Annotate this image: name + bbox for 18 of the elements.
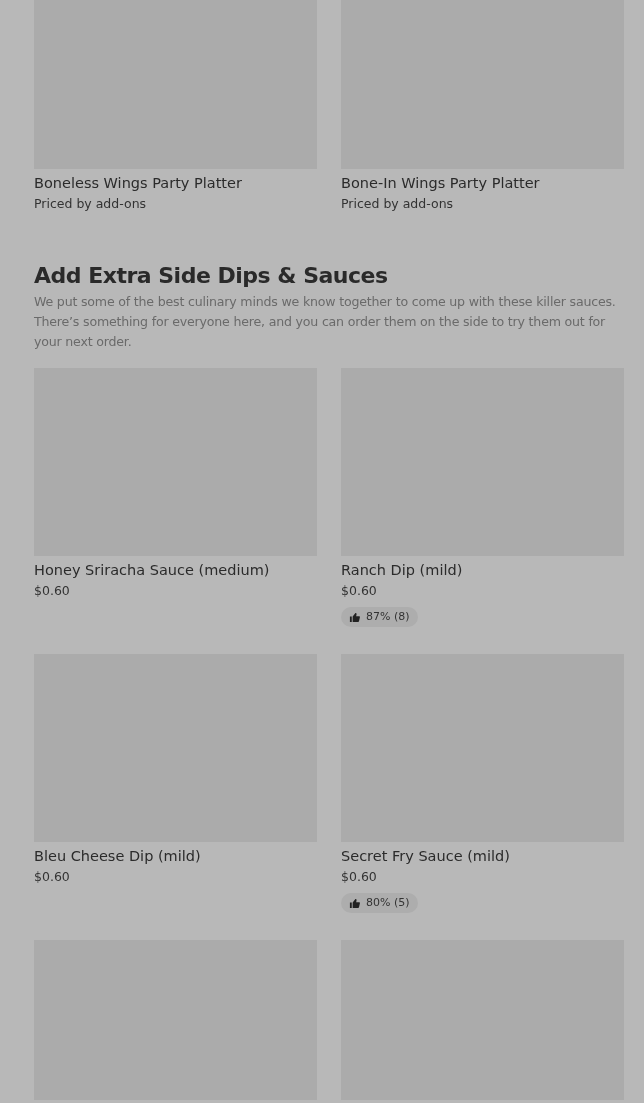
rating-badge: 87% (8) — [341, 607, 418, 627]
thumbs-up-icon — [349, 611, 360, 623]
item-price: $0.60 — [34, 583, 70, 599]
rating-badge: 80% (5) — [341, 893, 418, 913]
item-price: $0.60 — [341, 583, 377, 599]
section-description: We put some of the best culinary minds we know together to come up with these killer sauces. There’s something for everyone here, and you can order them on the side to try them out for your next order. — [34, 293, 617, 351]
item-price: $0.60 — [341, 869, 377, 885]
item-name[interactable]: Bleu Cheese Dip (mild) — [34, 846, 201, 866]
item-price: Priced by add-ons — [34, 196, 147, 212]
item-name[interactable]: Ranch Dip (mild) — [341, 560, 463, 580]
item-price: $0.60 — [34, 869, 70, 885]
section-title: Add Extra Side Dips & Sauces — [34, 262, 389, 290]
item-price: Priced by add-ons — [341, 196, 454, 212]
thumbs-up-icon — [349, 897, 360, 909]
item-name[interactable]: Boneless Wings Party Platter — [34, 173, 242, 193]
item-name[interactable]: Bone-In Wings Party Platter — [341, 173, 540, 193]
item-name[interactable]: Honey Sriracha Sauce (medium) — [34, 560, 270, 580]
item-name[interactable]: Secret Fry Sauce (mild) — [341, 846, 510, 866]
